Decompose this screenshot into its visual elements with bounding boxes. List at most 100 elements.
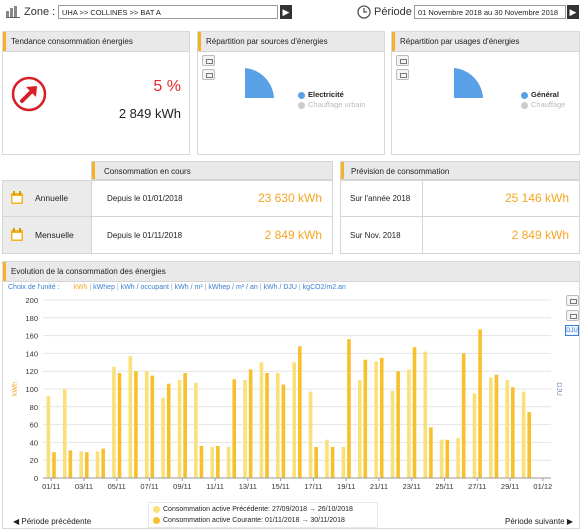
bar-current (396, 371, 400, 478)
y-axis-label: kWh (12, 382, 19, 396)
print-icon[interactable] (202, 69, 215, 80)
previous-period-link[interactable]: ◀ Période précédente (13, 517, 91, 526)
bar-current (84, 452, 89, 478)
x-tick-label: 03/11 (75, 482, 93, 491)
legend-item-current[interactable]: Consommation active Courante: 01/11/2018… (153, 515, 373, 526)
trend-panel: Tendance consommation énergies 5 % 2 849… (2, 31, 190, 155)
current-annual-label: Annuelle (35, 193, 69, 203)
usages-panel: Répartition par usages d'énergies Généra… (391, 31, 580, 155)
x-tick-label: 21/11 (370, 482, 388, 491)
legend-item-previous[interactable]: Consommation active Précédente: 27/09/20… (153, 504, 373, 515)
unit-kgco2[interactable]: kgCO2/m2.an (303, 284, 346, 291)
bar-current (314, 446, 318, 478)
zone-field[interactable]: UHA >> COLLINES >> BAT A (58, 5, 278, 19)
print-icon[interactable] (396, 69, 409, 80)
unit-kwh-dju[interactable]: kWh / DJU (264, 284, 297, 291)
current-monthly-since: Depuis le 01/11/2018 (107, 231, 183, 240)
legend-item-electricite[interactable]: Electricité (298, 90, 365, 100)
bar-previous (226, 446, 231, 478)
download-icon[interactable] (396, 55, 409, 66)
current-monthly-label: Mensuelle (35, 230, 74, 240)
x-tick-label: 29/11 (501, 482, 519, 491)
print-icon[interactable] (566, 295, 579, 306)
trend-header: Tendance consommation énergies (3, 32, 189, 52)
dju-toggle-button[interactable]: DJU (565, 325, 579, 336)
calendar-icon (11, 191, 23, 204)
bar-current (117, 372, 122, 478)
bar-previous (46, 396, 51, 478)
y2-axis-label: DJU (555, 382, 562, 396)
unit-kwh[interactable]: kWh (73, 284, 87, 291)
trend-up-arrow-icon (11, 76, 47, 112)
unit-kwhep-m2-an[interactable]: kWhep / m² / an (208, 284, 257, 291)
bar-current (461, 353, 466, 478)
unit-kwh-m2[interactable]: kWh / m² (175, 284, 203, 291)
bar-previous (259, 362, 264, 478)
bar-current (281, 384, 286, 478)
y-tick-label: 100 (25, 385, 38, 394)
unit-kwhep[interactable]: kWhep (93, 284, 115, 291)
bar-current (216, 445, 220, 478)
bar-previous (144, 371, 149, 478)
evolution-panel: Evolution de la consommation des énergie… (2, 261, 580, 529)
bar-current (347, 339, 351, 478)
forecast-panel: Prévision de consommation Sur l'année 20… (340, 161, 580, 255)
bar-previous (407, 369, 411, 478)
x-tick-label: 25/11 (435, 482, 453, 491)
bar-current (101, 448, 105, 478)
chevron-left-icon: ◀ (13, 517, 20, 526)
forecast-year-value: 25 146 kWh (504, 191, 569, 205)
current-annual-value: 23 630 kWh (257, 191, 322, 205)
bar-current (199, 445, 204, 478)
zone-value: UHA >> COLLINES >> BAT A (62, 8, 161, 17)
bar-current (248, 369, 253, 478)
bar-previous (210, 446, 215, 478)
download-icon[interactable] (566, 310, 579, 321)
current-row-monthly: Mensuelle Depuis le 01/11/2018 2 849 kWh (2, 217, 333, 254)
period-go-button[interactable]: ▶ (567, 5, 579, 19)
bar-current (150, 375, 155, 478)
legend-item-chauffage[interactable]: Chauffage (521, 100, 565, 110)
y-tick-label: 180 (25, 314, 38, 323)
forecast-title: Prévision de consommation (351, 167, 450, 176)
bar-current (429, 427, 433, 478)
bar-previous (489, 377, 493, 478)
current-row-annual: Annuelle Depuis le 01/01/2018 23 630 kWh (2, 180, 333, 217)
legend-item-chauffage-urbain[interactable]: Chauffage urbain (298, 100, 365, 110)
next-period-link[interactable]: Période suivante ▶ (505, 517, 573, 526)
bar-previous (341, 446, 346, 478)
bar-previous (79, 451, 83, 478)
unit-kwh-occupant[interactable]: kWh / occupant (121, 284, 169, 291)
forecast-header: Prévision de consommation (340, 161, 580, 180)
evolution-chart: 0 20 40 60 80 100 120 140 160 180 200 kWh DJU 01/11 03… (12, 296, 562, 491)
bar-current (363, 359, 368, 478)
chevron-right-icon: ▶ (566, 517, 573, 526)
bar-current (134, 371, 138, 478)
period-field[interactable]: 01 Novembre 2018 au 30 Novembre 2018 (414, 5, 566, 19)
current-annual-since: Depuis le 01/01/2018 (107, 194, 183, 203)
y-tick-label: 80 (30, 403, 38, 412)
bar-current (527, 412, 532, 478)
x-tick-label: 01/11 (42, 482, 60, 491)
legend-item-general[interactable]: Général (521, 90, 565, 100)
period-value: 01 Novembre 2018 au 30 Novembre 2018 (418, 8, 559, 17)
bar-previous (276, 372, 280, 478)
bar-current (52, 452, 56, 478)
evolution-title: Evolution de la consommation des énergie… (11, 267, 166, 276)
x-tick-label: 23/11 (403, 482, 421, 491)
x-tick-label: 15/11 (272, 482, 290, 491)
x-tick-label: 07/11 (140, 482, 158, 491)
bar-current (232, 379, 237, 478)
x-tick-label: 19/11 (337, 482, 355, 491)
sources-panel: Répartition par sources d'énergies Elect… (197, 31, 385, 155)
zone-go-button[interactable]: ▶ (280, 5, 292, 19)
building-chart-icon (6, 6, 20, 18)
y-tick-label: 0 (34, 474, 38, 483)
forecast-year-label: Sur l'année 2018 (350, 194, 411, 203)
calendar-icon (11, 228, 23, 241)
download-icon[interactable] (202, 55, 215, 66)
bar-current (68, 450, 73, 478)
bar-previous (505, 380, 510, 478)
bar-previous (521, 391, 526, 478)
current-consumption-panel: Consommation en cours Annuelle Depuis le… (2, 161, 333, 255)
